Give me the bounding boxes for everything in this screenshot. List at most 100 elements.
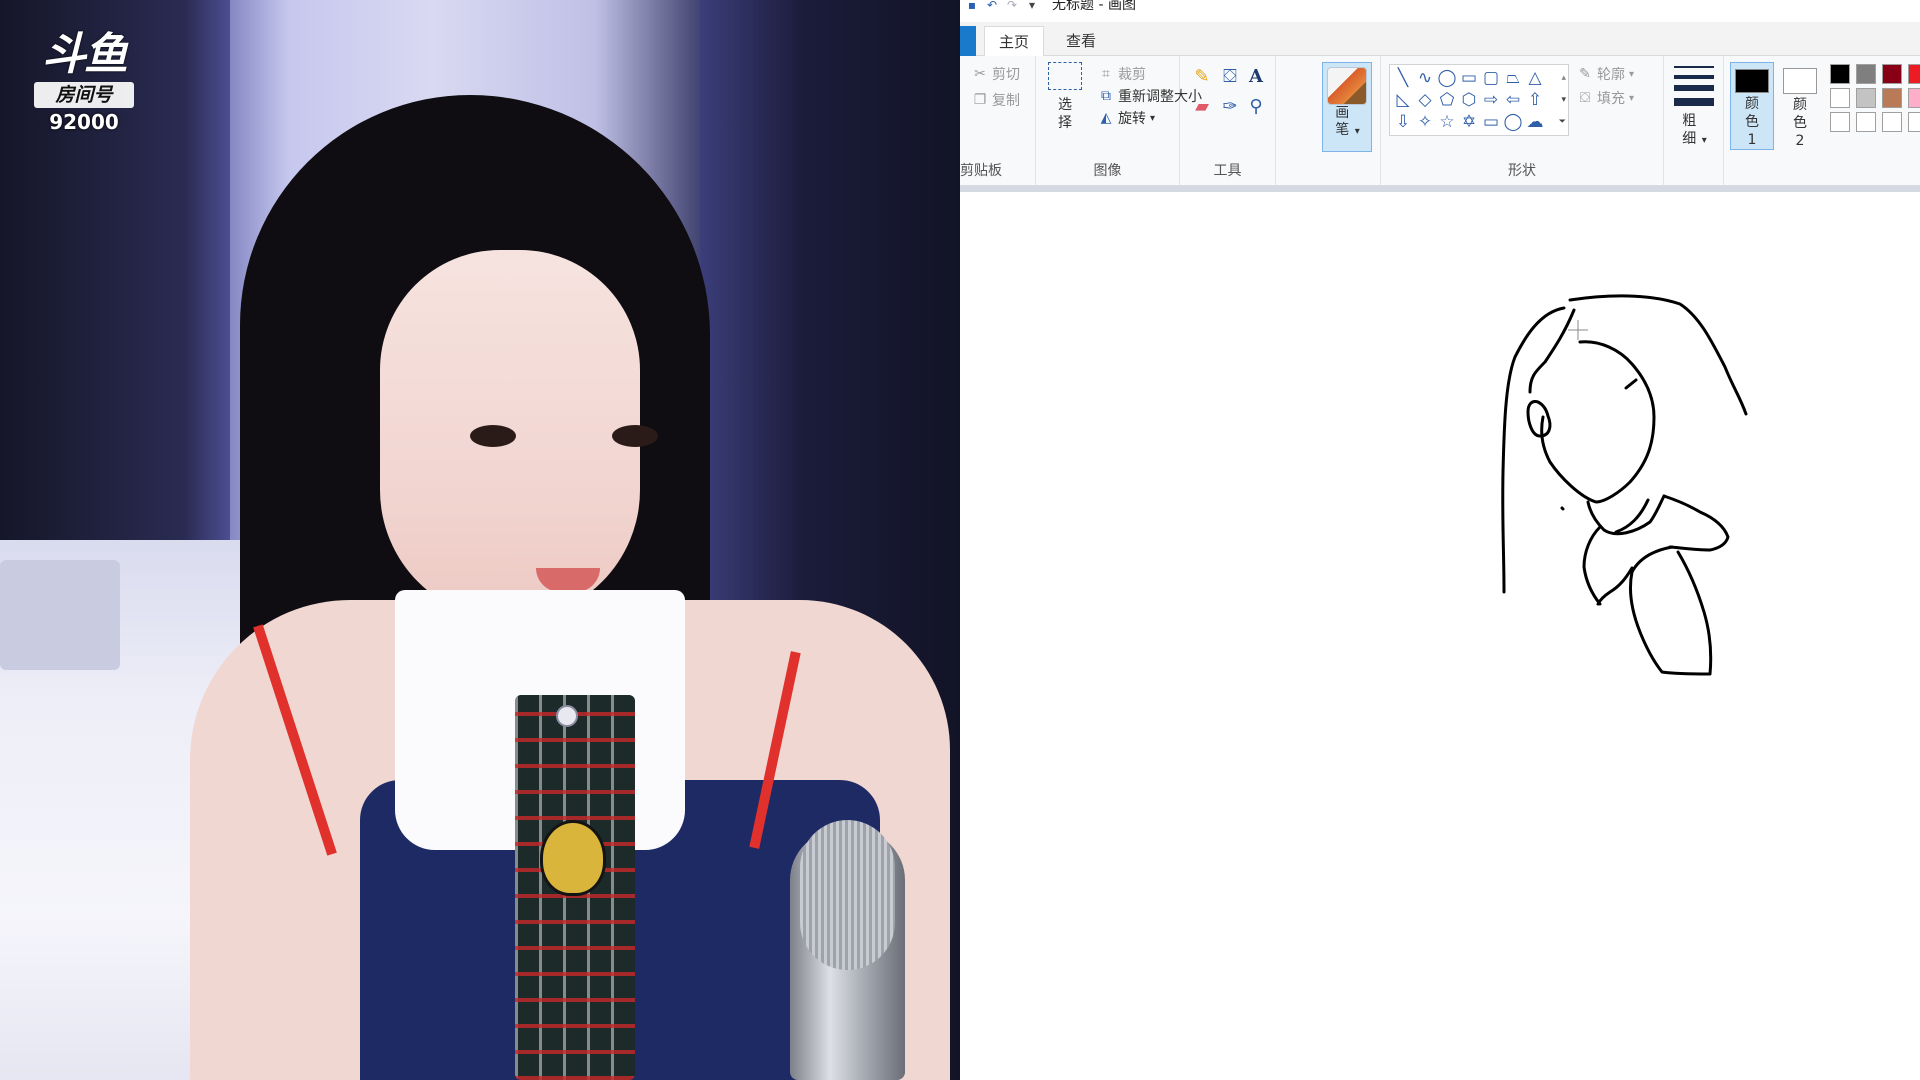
- shapes-gallery[interactable]: ╲ ∿ ◯ ▭ ▢ ⏢ △ ◺ ◇ ⬠ ⬡ ⇨ ⇦ ⇧ ⇩ ✧ ☆ ✡ ▭ ◯: [1389, 64, 1569, 136]
- tab-view[interactable]: 查看: [1052, 26, 1110, 56]
- eye-stroke: [1624, 378, 1638, 390]
- quick-access-dropdown-icon[interactable]: ▾: [1024, 0, 1040, 14]
- polygon-shape-icon[interactable]: ⏢: [1502, 67, 1524, 89]
- palette-swatch[interactable]: [1908, 88, 1920, 108]
- brushes-button[interactable]: 画笔 ▾: [1322, 62, 1372, 152]
- diamond-shape-icon[interactable]: ◇: [1414, 89, 1436, 111]
- left-arrow-shape-icon[interactable]: ⇦: [1502, 89, 1524, 111]
- douyu-logo: 斗鱼: [42, 29, 128, 80]
- brush-icon: [1327, 67, 1367, 105]
- size-icon[interactable]: [1674, 66, 1714, 106]
- four-point-star-shape-icon[interactable]: ✧: [1414, 111, 1436, 133]
- rotate-icon: ◭: [1100, 110, 1112, 126]
- size-button[interactable]: 粗细 ▾: [1674, 112, 1714, 150]
- rotate-button[interactable]: ◭ 旋转 ▾: [1098, 108, 1155, 128]
- title-bar: ▪ ↶ ↷ ▾ 无标题 - 画图: [960, 0, 1920, 14]
- palette-swatch[interactable]: [1830, 64, 1850, 84]
- crop-icon: ⌗: [1102, 66, 1110, 82]
- six-point-star-shape-icon[interactable]: ✡: [1458, 111, 1480, 133]
- shapes-group-label: 形状: [1508, 163, 1536, 179]
- crop-button[interactable]: ⌗ 裁剪: [1098, 64, 1146, 84]
- outline-icon: ✎: [1579, 66, 1591, 82]
- outline-button[interactable]: ✎ 轮廓 ▾: [1577, 64, 1634, 84]
- size-group: 粗细 ▾: [1664, 56, 1724, 186]
- palette-swatch[interactable]: [1882, 64, 1902, 84]
- color2-swatch: [1783, 68, 1817, 94]
- collar-button: [556, 705, 578, 727]
- curve-shape-icon[interactable]: ∿: [1414, 67, 1436, 89]
- streamer-eye-left: [470, 425, 516, 447]
- magnifier-icon[interactable]: ⚲: [1244, 94, 1268, 118]
- palette-swatch[interactable]: [1830, 112, 1850, 132]
- palette-swatch[interactable]: [1908, 112, 1920, 132]
- redo-icon[interactable]: ↷: [1004, 0, 1020, 14]
- palette-swatch[interactable]: [1882, 112, 1902, 132]
- palette-swatch[interactable]: [1856, 112, 1876, 132]
- eraser-icon[interactable]: ▰: [1190, 94, 1214, 118]
- side-stroke: [1596, 566, 1634, 606]
- copy-button[interactable]: ❐ 复制: [972, 90, 1020, 110]
- oval-shape-icon[interactable]: ◯: [1436, 67, 1458, 89]
- tools-group: ✎ ⛋ A ▰ ✑ ⚲ 工具: [1180, 56, 1276, 186]
- hair-dot-stroke: [1560, 506, 1565, 511]
- crosshair-cursor-icon: [1568, 320, 1588, 340]
- cut-button[interactable]: ✂ 剪切: [972, 64, 1020, 84]
- tab-home[interactable]: 主页: [984, 26, 1045, 56]
- hexagon-shape-icon[interactable]: ⬡: [1458, 89, 1480, 111]
- color-picker-icon[interactable]: ✑: [1218, 94, 1242, 118]
- police-badge-icon: [540, 820, 606, 896]
- cloud-callout-shape-icon[interactable]: ☁: [1524, 111, 1546, 133]
- up-arrow-shape-icon[interactable]: ⇧: [1524, 89, 1546, 111]
- palette-swatch[interactable]: [1856, 64, 1876, 84]
- down-arrow-shape-icon[interactable]: ⇩: [1392, 111, 1414, 133]
- rectangle-shape-icon[interactable]: ▭: [1458, 67, 1480, 89]
- shapes-scroll-up-icon[interactable]: ▴: [1561, 67, 1566, 89]
- rect-callout-shape-icon[interactable]: ▭: [1480, 111, 1502, 133]
- window-title: 无标题 - 画图: [1052, 0, 1136, 13]
- fill-icon[interactable]: ⛋: [1218, 64, 1242, 88]
- color1-button[interactable]: 颜色 1: [1730, 62, 1774, 150]
- select-rectangle-icon: [1048, 62, 1082, 90]
- pencil-icon[interactable]: ✎: [1190, 64, 1214, 88]
- right-arrow-shape-icon[interactable]: ⇨: [1480, 89, 1502, 111]
- chevron-down-icon: ▾: [1629, 92, 1635, 104]
- ribbon: ✂ 剪切 ❐ 复制 剪贴板 选择 ⌗ 裁剪 ⧉ 重新调整大小 ◭ 旋转 ▾ 图像…: [960, 56, 1920, 186]
- line-shape-icon[interactable]: ╲: [1392, 67, 1414, 89]
- color1-swatch: [1735, 69, 1769, 93]
- palette-swatch[interactable]: [1830, 88, 1850, 108]
- pillow: [0, 560, 120, 670]
- chevron-down-icon: ▾: [1150, 112, 1156, 124]
- chevron-down-icon: ▾: [1629, 68, 1635, 80]
- palette-swatch[interactable]: [1882, 88, 1902, 108]
- right-triangle-shape-icon[interactable]: ◺: [1392, 89, 1414, 111]
- arm-stroke: [1628, 545, 1713, 676]
- select-button[interactable]: 选择: [1042, 62, 1088, 132]
- fill-button[interactable]: ⛋ 填充 ▾: [1577, 88, 1634, 108]
- size-label: 粗细: [1682, 113, 1697, 147]
- triangle-shape-icon[interactable]: △: [1524, 67, 1546, 89]
- clipboard-group-label: 剪贴板: [960, 163, 1002, 179]
- drawing-canvas[interactable]: [960, 192, 1920, 1080]
- resize-icon: ⧉: [1101, 88, 1111, 104]
- paint-window: ▪ ↶ ↷ ▾ 无标题 - 画图 主页 查看 ✂ 剪切 ❐ 复制 剪贴板 选择: [960, 0, 1920, 1080]
- rounded-rectangle-shape-icon[interactable]: ▢: [1480, 67, 1502, 89]
- pentagon-shape-icon[interactable]: ⬠: [1436, 89, 1458, 111]
- ribbon-tabs: 主页 查看: [960, 22, 1920, 56]
- image-group: 选择 ⌗ 裁剪 ⧉ 重新调整大小 ◭ 旋转 ▾ 图像: [1036, 56, 1202, 186]
- shapes-scroll-down-icon[interactable]: ▾: [1561, 89, 1566, 111]
- undo-icon[interactable]: ↶: [984, 0, 1000, 14]
- palette-swatch[interactable]: [1908, 64, 1920, 84]
- microphone-icon: [800, 820, 895, 970]
- torso-stroke: [1582, 525, 1602, 606]
- save-icon[interactable]: ▪: [964, 0, 980, 14]
- oval-callout-shape-icon[interactable]: ◯: [1502, 111, 1524, 133]
- palette-swatch[interactable]: [1856, 88, 1876, 108]
- text-icon[interactable]: A: [1244, 64, 1268, 88]
- tools-group-label: 工具: [1213, 163, 1242, 179]
- five-point-star-shape-icon[interactable]: ☆: [1436, 111, 1458, 133]
- shapes-expand-icon[interactable]: ⏷: [1559, 111, 1566, 133]
- file-menu-button[interactable]: [960, 26, 976, 56]
- color2-button[interactable]: 颜色 2: [1778, 62, 1822, 150]
- copy-icon: ❐: [973, 92, 987, 108]
- room-number: 92000: [49, 110, 119, 134]
